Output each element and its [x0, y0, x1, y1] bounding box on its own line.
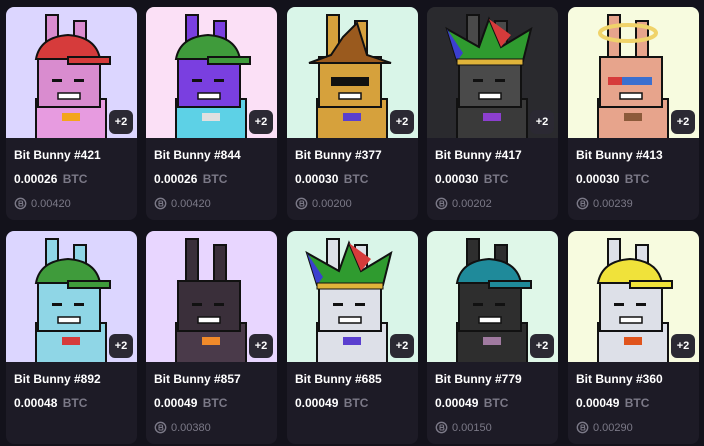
last-sale-icon — [576, 197, 589, 210]
nft-price: 0.00030 BTC — [435, 172, 508, 186]
nft-price: 0.00026 BTC — [14, 172, 87, 186]
nft-name: Bit Bunny #421 — [14, 148, 101, 162]
price-currency: BTC — [202, 396, 228, 410]
last-sale-icon — [435, 197, 448, 210]
price-currency: BTC — [202, 172, 228, 186]
nft-name: Bit Bunny #685 — [295, 372, 382, 386]
last-sale: 0.00380 — [154, 421, 211, 434]
last-sale-value: 0.00150 — [452, 421, 492, 434]
nft-image[interactable]: +2 — [6, 231, 137, 362]
more-traits-badge[interactable]: +2 — [109, 334, 133, 358]
nft-price: 0.00030 BTC — [295, 172, 368, 186]
nft-name: Bit Bunny #779 — [435, 372, 522, 386]
nft-image[interactable]: +2 — [568, 7, 699, 138]
nft-price: 0.00026 BTC — [154, 172, 227, 186]
nft-card[interactable]: +2 Bit Bunny #892 0.00048 BTC — [6, 231, 137, 444]
price-value: 0.00049 — [435, 396, 479, 410]
price-value: 0.00030 — [295, 172, 339, 186]
price-currency: BTC — [483, 172, 509, 186]
more-traits-badge[interactable]: +2 — [671, 334, 695, 358]
more-traits-badge[interactable]: +2 — [249, 110, 273, 134]
last-sale-value: 0.00200 — [312, 197, 352, 210]
more-traits-badge[interactable]: +2 — [390, 334, 414, 358]
nft-image[interactable]: +2 — [287, 7, 418, 138]
last-sale: 0.00200 — [295, 197, 352, 210]
nft-name: Bit Bunny #844 — [154, 148, 241, 162]
nft-card[interactable]: +2 Bit Bunny #377 0.00030 BTC 0.00200 — [287, 7, 418, 220]
nft-name: Bit Bunny #377 — [295, 148, 382, 162]
nft-price: 0.00030 BTC — [576, 172, 649, 186]
nft-card[interactable]: +2 Bit Bunny #779 0.00049 BTC 0.00150 — [427, 231, 558, 444]
more-traits-badge[interactable]: +2 — [671, 110, 695, 134]
more-traits-badge[interactable]: +2 — [249, 334, 273, 358]
nft-price: 0.00049 BTC — [576, 396, 649, 410]
nft-name: Bit Bunny #413 — [576, 148, 663, 162]
nft-card[interactable]: +2 Bit Bunny #421 0.00026 BTC 0.00420 — [6, 7, 137, 220]
price-value: 0.00049 — [576, 396, 620, 410]
last-sale-icon — [154, 421, 167, 434]
nft-image[interactable]: +2 — [146, 231, 277, 362]
more-traits-badge[interactable]: +2 — [390, 110, 414, 134]
nft-name: Bit Bunny #360 — [576, 372, 663, 386]
nft-price: 0.00049 BTC — [295, 396, 368, 410]
last-sale-icon — [435, 421, 448, 434]
last-sale-icon — [14, 197, 27, 210]
last-sale-value: 0.00202 — [452, 197, 492, 210]
nft-image[interactable]: +2 — [568, 231, 699, 362]
nft-card[interactable]: +2 Bit Bunny #685 0.00049 BTC — [287, 231, 418, 444]
price-value: 0.00026 — [154, 172, 198, 186]
last-sale: 0.00420 — [154, 197, 211, 210]
nft-card[interactable]: +2 Bit Bunny #417 0.00030 BTC 0.00202 — [427, 7, 558, 220]
nft-card[interactable]: +2 Bit Bunny #844 0.00026 BTC 0.00420 — [146, 7, 277, 220]
price-currency: BTC — [62, 172, 88, 186]
last-sale: 0.00202 — [435, 197, 492, 210]
last-sale-icon — [295, 197, 308, 210]
nft-name: Bit Bunny #417 — [435, 148, 522, 162]
more-traits-badge[interactable]: +2 — [530, 110, 554, 134]
nft-card[interactable]: +2 Bit Bunny #360 0.00049 BTC 0.00290 — [568, 231, 699, 444]
nft-image[interactable]: +2 — [146, 7, 277, 138]
price-value: 0.00026 — [14, 172, 58, 186]
last-sale-value: 0.00420 — [31, 197, 71, 210]
nft-image[interactable]: +2 — [427, 231, 558, 362]
more-traits-badge[interactable]: +2 — [530, 334, 554, 358]
nft-image[interactable]: +2 — [6, 7, 137, 138]
nft-image[interactable]: +2 — [287, 231, 418, 362]
last-sale: 0.00239 — [576, 197, 633, 210]
last-sale: 0.00150 — [435, 421, 492, 434]
nft-price: 0.00049 BTC — [435, 396, 508, 410]
price-currency: BTC — [624, 396, 650, 410]
price-currency: BTC — [343, 172, 369, 186]
price-currency: BTC — [624, 172, 650, 186]
last-sale-value: 0.00239 — [593, 197, 633, 210]
last-sale-icon — [576, 421, 589, 434]
last-sale-value: 0.00420 — [171, 197, 211, 210]
price-currency: BTC — [62, 396, 88, 410]
nft-card[interactable]: +2 Bit Bunny #857 0.00049 BTC 0.00380 — [146, 231, 277, 444]
last-sale-value: 0.00380 — [171, 421, 211, 434]
last-sale-icon — [154, 197, 167, 210]
last-sale: 0.00290 — [576, 421, 633, 434]
nft-image[interactable]: +2 — [427, 7, 558, 138]
price-currency: BTC — [483, 396, 509, 410]
price-value: 0.00049 — [154, 396, 198, 410]
nft-name: Bit Bunny #857 — [154, 372, 241, 386]
price-value: 0.00048 — [14, 396, 58, 410]
nft-card[interactable]: +2 Bit Bunny #413 0.00030 BTC 0.00239 — [568, 7, 699, 220]
nft-price: 0.00049 BTC — [154, 396, 227, 410]
last-sale-value: 0.00290 — [593, 421, 633, 434]
last-sale: 0.00420 — [14, 197, 71, 210]
nft-grid: +2 Bit Bunny #421 0.00026 BTC 0.00420 +2 Bit … — [0, 0, 704, 446]
nft-price: 0.00048 BTC — [14, 396, 87, 410]
price-value: 0.00049 — [295, 396, 339, 410]
price-currency: BTC — [343, 396, 369, 410]
price-value: 0.00030 — [576, 172, 620, 186]
price-value: 0.00030 — [435, 172, 479, 186]
more-traits-badge[interactable]: +2 — [109, 110, 133, 134]
nft-name: Bit Bunny #892 — [14, 372, 101, 386]
